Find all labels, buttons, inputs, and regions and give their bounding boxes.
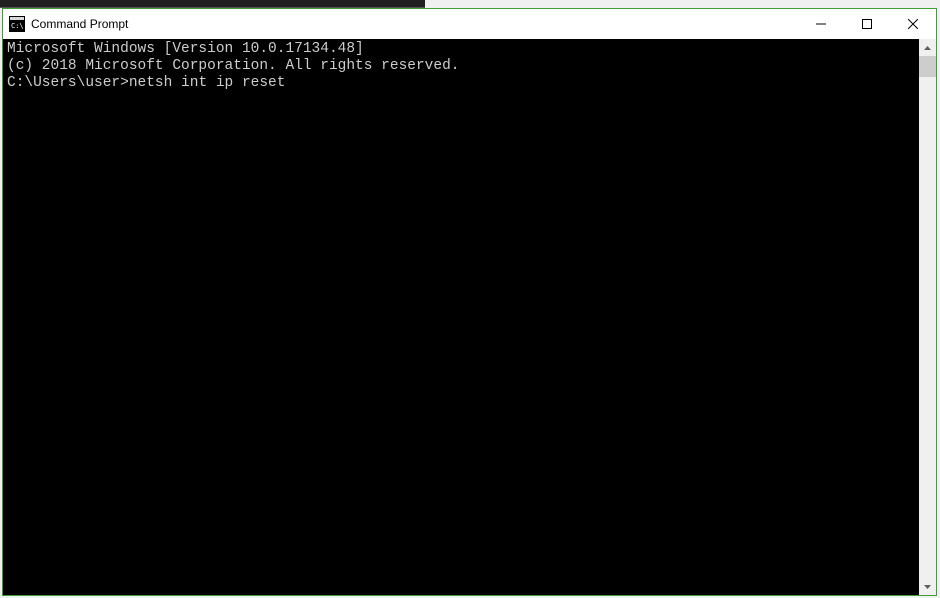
close-icon (908, 19, 918, 29)
terminal-line: Microsoft Windows [Version 10.0.17134.48… (7, 41, 915, 58)
chevron-down-icon (924, 585, 931, 589)
prompt-line: C:\Users\user>netsh int ip reset (7, 75, 915, 92)
command-input[interactable]: netsh int ip reset (129, 75, 286, 91)
scroll-down-button[interactable] (919, 578, 936, 595)
vertical-scrollbar[interactable] (919, 39, 936, 595)
minimize-icon (816, 19, 826, 29)
close-button[interactable] (890, 9, 936, 39)
window-controls (798, 9, 936, 39)
maximize-icon (862, 19, 872, 29)
chevron-up-icon (924, 46, 931, 50)
window-title: Command Prompt (31, 17, 128, 31)
scroll-track[interactable] (919, 56, 936, 578)
maximize-button[interactable] (844, 9, 890, 39)
prompt-text: C:\Users\user> (7, 75, 129, 91)
client-area: Microsoft Windows [Version 10.0.17134.48… (3, 39, 936, 595)
background-strip (0, 0, 425, 8)
titlebar[interactable]: C:\ Command Prompt (3, 9, 936, 39)
scroll-up-button[interactable] (919, 39, 936, 56)
terminal-line: (c) 2018 Microsoft Corporation. All righ… (7, 58, 915, 75)
command-prompt-icon: C:\ (9, 16, 25, 32)
terminal-output[interactable]: Microsoft Windows [Version 10.0.17134.48… (3, 39, 919, 595)
minimize-button[interactable] (798, 9, 844, 39)
svg-text:C:\: C:\ (11, 22, 24, 30)
command-prompt-window: C:\ Command Prompt (2, 8, 937, 596)
scroll-thumb[interactable] (919, 56, 936, 77)
